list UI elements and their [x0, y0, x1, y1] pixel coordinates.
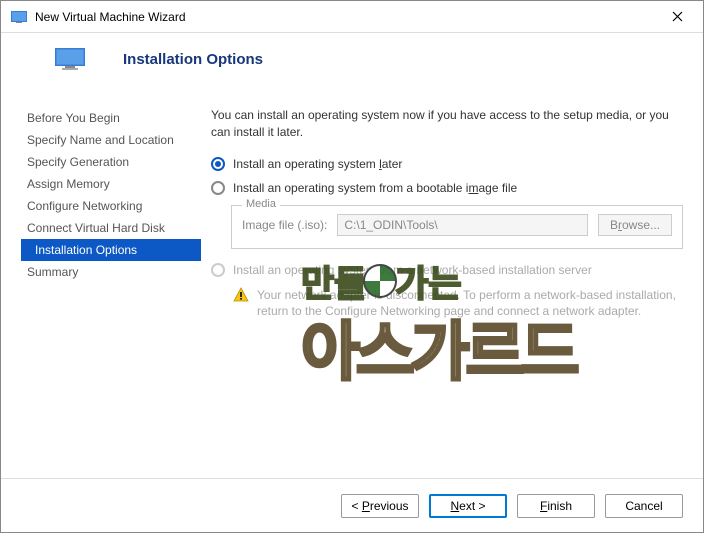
monitor-icon: [55, 47, 85, 71]
page-title: Installation Options: [123, 51, 263, 68]
option-install-later-label: Install an operating system later: [233, 157, 402, 171]
option-install-network: Install an operating system from a netwo…: [211, 263, 683, 277]
body: Before You Begin Specify Name and Locati…: [1, 85, 703, 478]
finish-button[interactable]: Finish: [517, 494, 595, 518]
close-icon: [672, 11, 683, 22]
sidebar-item-summary[interactable]: Summary: [21, 261, 201, 283]
sidebar-item-before-you-begin[interactable]: Before You Begin: [21, 107, 201, 129]
option-install-image[interactable]: Install an operating system from a boota…: [211, 181, 683, 195]
media-legend: Media: [242, 198, 280, 210]
next-button[interactable]: Next >: [429, 494, 507, 518]
close-button[interactable]: [661, 3, 693, 31]
warning-text: Your network adapter is disconnected. To…: [257, 287, 683, 321]
sidebar-item-installation-options[interactable]: Installation Options: [21, 239, 201, 261]
window-title: New Virtual Machine Wizard: [35, 10, 661, 24]
button-bar: < Previous Next > Finish Cancel: [1, 478, 703, 532]
intro-text: You can install an operating system now …: [211, 107, 683, 141]
header: Installation Options: [1, 33, 703, 85]
sidebar-item-specify-generation[interactable]: Specify Generation: [21, 151, 201, 173]
titlebar: New Virtual Machine Wizard: [1, 1, 703, 33]
radio-icon: [211, 157, 225, 171]
wizard-window: New Virtual Machine Wizard Installation …: [0, 0, 704, 533]
radio-icon: [211, 263, 225, 277]
cancel-button[interactable]: Cancel: [605, 494, 683, 518]
content: You can install an operating system now …: [211, 85, 683, 478]
previous-button[interactable]: < Previous: [341, 494, 419, 518]
sidebar-item-specify-name[interactable]: Specify Name and Location: [21, 129, 201, 151]
sidebar-item-connect-vhd[interactable]: Connect Virtual Hard Disk: [21, 217, 201, 239]
option-install-network-label: Install an operating system from a netwo…: [233, 263, 592, 277]
warning-icon: [233, 287, 249, 303]
option-install-later[interactable]: Install an operating system later: [211, 157, 683, 171]
image-file-label: Image file (.iso):: [242, 218, 327, 232]
network-warning: Your network adapter is disconnected. To…: [233, 287, 683, 321]
radio-icon: [211, 181, 225, 195]
app-icon: [11, 9, 27, 25]
image-file-input[interactable]: [337, 214, 588, 236]
sidebar-item-configure-networking[interactable]: Configure Networking: [21, 195, 201, 217]
image-file-row: Image file (.iso): Browse...: [242, 214, 672, 236]
option-install-image-label: Install an operating system from a boota…: [233, 181, 517, 195]
browse-button[interactable]: Browse...: [598, 214, 672, 236]
sidebar: Before You Begin Specify Name and Locati…: [21, 85, 201, 478]
sidebar-item-assign-memory[interactable]: Assign Memory: [21, 173, 201, 195]
media-fieldset: Media Image file (.iso): Browse...: [231, 205, 683, 249]
